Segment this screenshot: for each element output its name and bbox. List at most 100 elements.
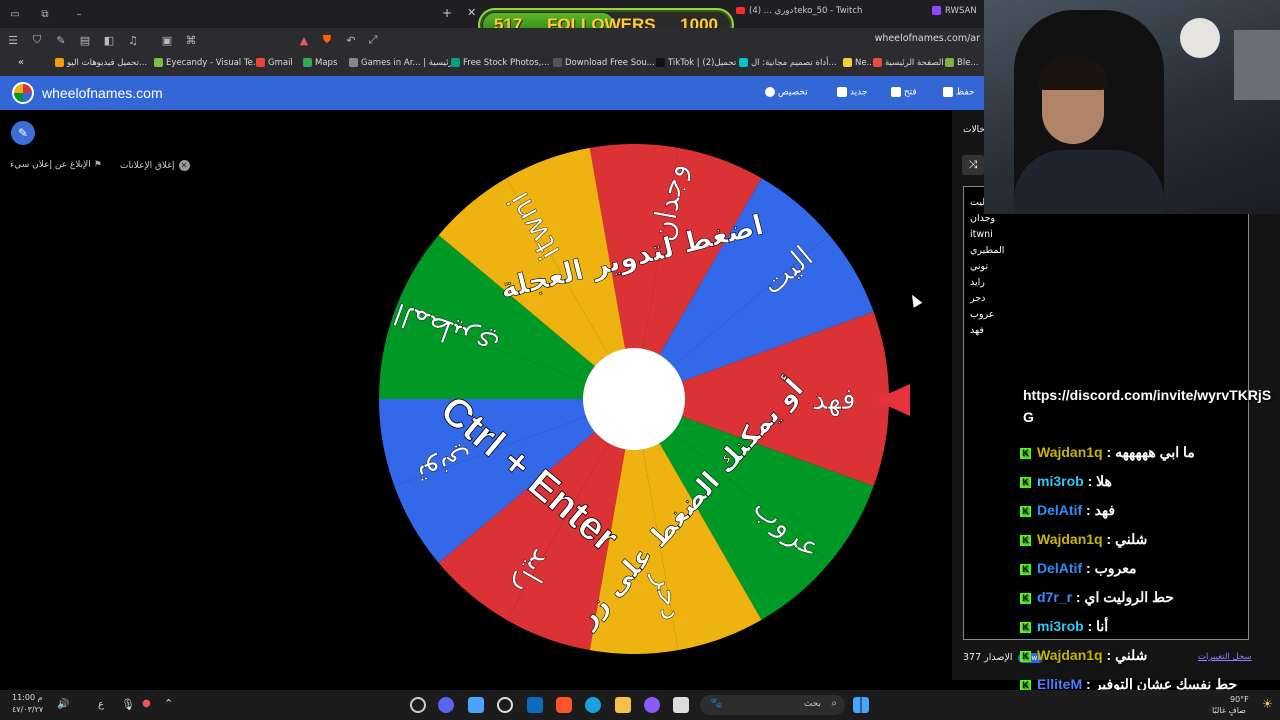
chat-message: K Wajdan1q : شلني: [1020, 647, 1280, 664]
rewards-icon[interactable]: ▲: [297, 34, 311, 47]
sidebar-icon[interactable]: ◧: [102, 34, 116, 47]
kick-icon: K: [1020, 621, 1031, 633]
back-icon[interactable]: ↶: [344, 34, 358, 47]
music-icon[interactable]: ♫: [126, 34, 140, 47]
translate-icon[interactable]: ⤢: [366, 33, 380, 47]
minimize-icon[interactable]: –: [64, 9, 94, 20]
shuffle-button[interactable]: ⤨: [962, 155, 984, 175]
keyboard-language[interactable]: ع: [98, 699, 104, 710]
bookmark-item[interactable]: Ble...: [945, 58, 979, 68]
save-button[interactable]: حفظ: [938, 87, 975, 98]
bookmark-item[interactable]: الصفحة الرئيسية: [873, 58, 944, 68]
bookmark-item[interactable]: Games in Ar... | رئيسية: [349, 58, 453, 68]
bookmark-label: Eyecandy - Visual Te...: [166, 58, 261, 68]
bookmark-favicon-icon: [656, 58, 665, 67]
steam-icon[interactable]: [497, 697, 513, 713]
weather-desc[interactable]: صافٍ غالبًا: [1212, 706, 1246, 715]
bookmark-item[interactable]: Free Stock Photos,...: [451, 58, 549, 68]
tab-rwsan[interactable]: RWSAN: [932, 6, 977, 16]
chat-text: أنا: [1096, 618, 1109, 634]
chat-discord-link: https://discord.com/invite/wyrvTKRjSG: [1023, 387, 1272, 425]
shuffle-icon: ⤨: [968, 158, 978, 171]
chat-text: شلني: [1115, 647, 1148, 663]
microphone-icon[interactable]: 🎙: [121, 698, 135, 711]
obs-icon[interactable]: [410, 697, 426, 713]
chat-separator: :: [1083, 473, 1097, 489]
edit-pencil-button[interactable]: ✎: [11, 121, 35, 145]
wheel-pointer: [874, 384, 910, 416]
store-icon[interactable]: [527, 697, 543, 713]
weather-temp[interactable]: 90°F: [1230, 695, 1249, 704]
camera-icon[interactable]: ●: [142, 698, 151, 709]
close-icon: ✕: [178, 160, 190, 171]
tab-overview-icon[interactable]: ⧉: [30, 9, 60, 20]
address-bar[interactable]: wheelofnames.com/ar: [875, 33, 980, 44]
chat-message: Kmi3rob : أنا: [1020, 618, 1280, 635]
chat-separator: :: [1102, 531, 1116, 547]
chat-separator: :: [1102, 444, 1116, 460]
bookmark-item[interactable]: TikTok | تحميل(2): [656, 58, 736, 68]
kick-icon: K: [1020, 592, 1031, 604]
window-menu-icon[interactable]: ▭: [0, 9, 30, 20]
new-tab-button[interactable]: +: [442, 6, 452, 20]
app-icon[interactable]: [468, 697, 484, 713]
customize-button[interactable]: تخصيص: [760, 87, 808, 98]
discord-icon[interactable]: [438, 697, 454, 713]
volume-icon[interactable]: 🔊: [57, 699, 69, 710]
chat-username: d7r_r: [1037, 589, 1073, 605]
task-view-icon[interactable]: [673, 697, 689, 713]
tab-twitch[interactable]: teko_50 - Twitch: [794, 6, 862, 16]
bookmarks-overflow-icon[interactable]: «: [18, 57, 24, 68]
copilot-icon[interactable]: [644, 697, 660, 713]
tab-youtube[interactable]: دوري ... (4): [736, 6, 793, 16]
windows-start-icon[interactable]: [853, 697, 869, 713]
menu-icon[interactable]: ☰: [6, 34, 20, 47]
clock-date[interactable]: ٤٧/٠٣/٢٧: [12, 705, 43, 714]
clock-time[interactable]: 11:00 م: [12, 693, 43, 702]
bookmark-item[interactable]: Maps: [303, 58, 337, 68]
wheel-logo-icon[interactable]: [12, 82, 34, 104]
bookmark-item[interactable]: Gmail: [256, 58, 293, 68]
save-icon: [943, 87, 953, 97]
chat-username: DelAtif: [1037, 560, 1083, 576]
bookmark-item[interactable]: Eyecandy - Visual Te...: [154, 58, 261, 68]
edge-icon[interactable]: [585, 697, 601, 713]
entry-line: المطيري: [970, 245, 1005, 256]
bookmark-label: Ble...: [957, 58, 979, 68]
weather-sun-icon: ☀: [1262, 697, 1273, 711]
bookmark-label: تحميل فيديوهات اليو...: [67, 58, 148, 68]
tray-chevron-icon[interactable]: ⌃: [164, 697, 173, 710]
bookmark-label: Games in Ar... | رئيسية: [361, 58, 453, 68]
report-ad-link[interactable]: الإبلاغ عن إعلان سيء ⚑: [10, 160, 102, 170]
shield-icon[interactable]: ⛉: [30, 33, 44, 47]
chat-message: Kd7r_r : حط الرولیت اي: [1020, 589, 1280, 606]
brave-icon[interactable]: [556, 697, 572, 713]
vpn-icon[interactable]: ⌘: [184, 34, 198, 47]
bookmark-item[interactable]: Ne...: [843, 58, 875, 68]
bookmark-item[interactable]: تحميل فيديوهات اليو...: [55, 58, 147, 68]
bookmark-favicon-icon: [55, 58, 64, 67]
screenshot-icon[interactable]: ▣: [160, 34, 174, 47]
file-explorer-icon[interactable]: [615, 697, 631, 713]
close-ads-link[interactable]: إغلاق الإعلانات ✕: [120, 160, 190, 171]
new-button[interactable]: جديد: [832, 87, 867, 98]
open-button[interactable]: فتح: [886, 87, 917, 98]
bookmark-item[interactable]: أداة تصميم مجانية: ال...: [739, 58, 837, 68]
webcam-overlay: [984, 0, 1280, 214]
site-name[interactable]: wheelofnames.com: [42, 85, 163, 101]
browser-toolbar: ☰ ⛉ ✎ ▤ ◧ ♫ ▣ ⌘ ▲ ⛊ ↶ ⤢ wheelofnames.com…: [0, 28, 990, 52]
brave-shield-icon[interactable]: ⛊: [320, 33, 334, 47]
bookmark-item[interactable]: Download Free Sou...: [553, 58, 655, 68]
spin-wheel[interactable]: وجداناليتفهدعروبدحررايدتونيالمطيريitwni …: [379, 144, 889, 654]
chat-separator: :: [1072, 589, 1085, 605]
person-body-shape: [1014, 150, 1164, 214]
bookmark-favicon-icon: [873, 58, 882, 67]
close-tab-icon[interactable]: ✕: [467, 6, 476, 19]
chat-separator: :: [1083, 618, 1097, 634]
wheel-center[interactable]: [583, 348, 685, 450]
tabs-icon[interactable]: ▤: [78, 34, 92, 47]
taskbar-search[interactable]: 🐾 بحث ⌕: [700, 695, 845, 715]
chat-text: حط الرولیت اي: [1084, 589, 1174, 605]
extensions-icon[interactable]: ✎: [54, 34, 68, 47]
bookmark-favicon-icon: [553, 58, 562, 67]
